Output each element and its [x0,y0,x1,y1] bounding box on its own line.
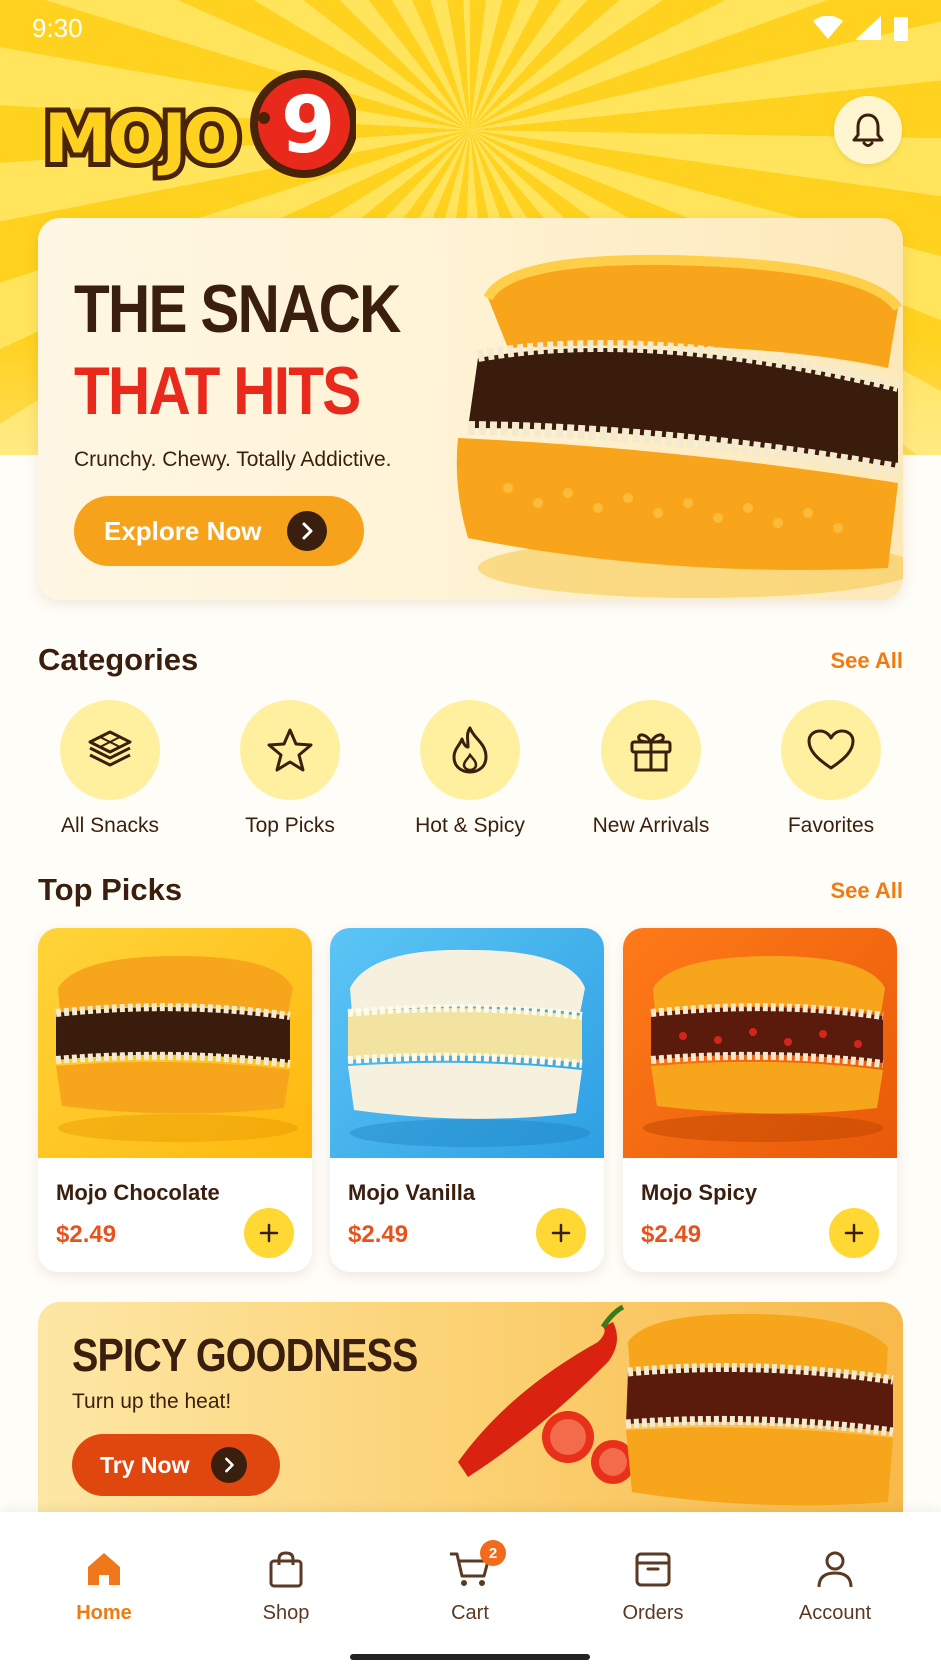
categories-see-all-link[interactable]: See All [830,648,903,674]
hero-subtitle: Crunchy. Chewy. Totally Addictive. [74,448,392,471]
nav-label: Orders [622,1602,684,1624]
heart-icon [781,700,881,800]
category-new-arrivals[interactable]: New Arrivals [561,700,741,838]
bottom-navigation: Home Shop 2 Cart Orders Account [0,1512,941,1672]
home-indicator [350,1654,590,1660]
product-image [38,928,312,1158]
nav-shop[interactable]: Shop [216,1544,356,1625]
promo-subtitle: Turn up the heat! [72,1390,232,1413]
flame-icon [420,700,520,800]
gift-icon [601,700,701,800]
svg-text:9: 9 [281,81,335,171]
home-icon [34,1544,174,1594]
product-price: $2.49 [641,1221,702,1248]
category-label: All Snacks [60,814,160,837]
try-now-button[interactable]: Try Now [72,1434,280,1496]
category-label: Favorites [787,814,875,837]
try-now-label: Try Now [100,1451,190,1478]
plus-icon [259,1223,279,1243]
categories-title: Categories [38,642,199,677]
product-price: $2.49 [348,1221,409,1248]
product-name: Mojo Chocolate [56,1180,220,1205]
product-card-spicy[interactable]: Mojo Spicy $2.49 [623,928,897,1272]
chevron-right-icon [287,511,328,551]
nav-label: Home [76,1602,132,1624]
nav-orders[interactable]: Orders [583,1544,723,1625]
spicy-snack-image [458,1304,894,1506]
add-to-cart-button[interactable] [536,1208,586,1258]
signal-icon [855,16,881,40]
category-favorites[interactable]: Favorites [741,700,921,838]
promo-title: SPICY GOODNESS [72,1329,418,1381]
product-name: Mojo Spicy [641,1180,758,1205]
category-all-snacks[interactable]: All Snacks [20,700,200,838]
orders-box-icon [583,1544,723,1594]
nav-label: Cart [451,1602,489,1624]
add-to-cart-button[interactable] [829,1208,879,1258]
nav-home[interactable]: Home [34,1544,174,1625]
cart-icon: 2 [400,1540,540,1594]
explore-now-label: Explore Now [104,515,262,546]
nav-label: Shop [262,1602,310,1624]
chevron-right-icon [211,1447,248,1483]
add-to-cart-button[interactable] [244,1208,294,1258]
top-picks-see-all-link[interactable]: See All [830,878,903,904]
product-card-chocolate[interactable]: Mojo Chocolate $2.49 [38,928,312,1272]
user-icon [765,1544,905,1594]
explore-now-button[interactable]: Explore Now [74,496,364,566]
notifications-button[interactable] [834,96,902,164]
mojo9-logo: MOJO 9 [36,62,358,192]
battery-icon [894,17,908,41]
product-image [623,928,897,1158]
hero-headline-1: THE SNACK [74,271,401,347]
category-top-picks[interactable]: Top Picks [200,700,380,838]
spicy-goodness-banner[interactable]: SPICY GOODNESS Turn up the heat! Try Now [38,1302,903,1512]
shopping-bag-icon [216,1544,356,1594]
status-bar: 9:30 [0,0,941,56]
nav-cart[interactable]: 2 Cart [400,1540,540,1625]
hero-headline-2: THAT HITS [74,353,361,429]
plus-icon [551,1223,571,1243]
category-label: Hot & Spicy [415,814,525,837]
cart-badge: 2 [480,1540,506,1566]
waffle-stack-icon [60,700,160,800]
product-name: Mojo Vanilla [348,1180,476,1205]
status-time: 9:30 [32,12,83,43]
category-label: Top Picks [245,814,335,837]
wifi-icon [813,16,843,39]
product-card-vanilla[interactable]: Mojo Vanilla $2.49 [330,928,604,1272]
svg-text:MOJO: MOJO [44,100,238,179]
nav-account[interactable]: Account [765,1544,905,1625]
category-list: All Snacks Top Picks Hot & Spicy New Arr… [0,700,941,840]
bell-icon [852,113,884,147]
hero-snack-image [456,254,903,598]
product-price: $2.49 [56,1221,117,1248]
plus-icon [844,1223,864,1243]
product-image [330,928,604,1158]
top-picks-title: Top Picks [38,872,183,907]
category-label: New Arrivals [592,814,710,837]
category-hot-spicy[interactable]: Hot & Spicy [380,700,560,838]
star-icon [240,700,340,800]
hero-banner[interactable]: THE SNACK THAT HITS Crunchy. Chewy. Tota… [38,218,903,600]
nav-label: Account [798,1602,872,1624]
